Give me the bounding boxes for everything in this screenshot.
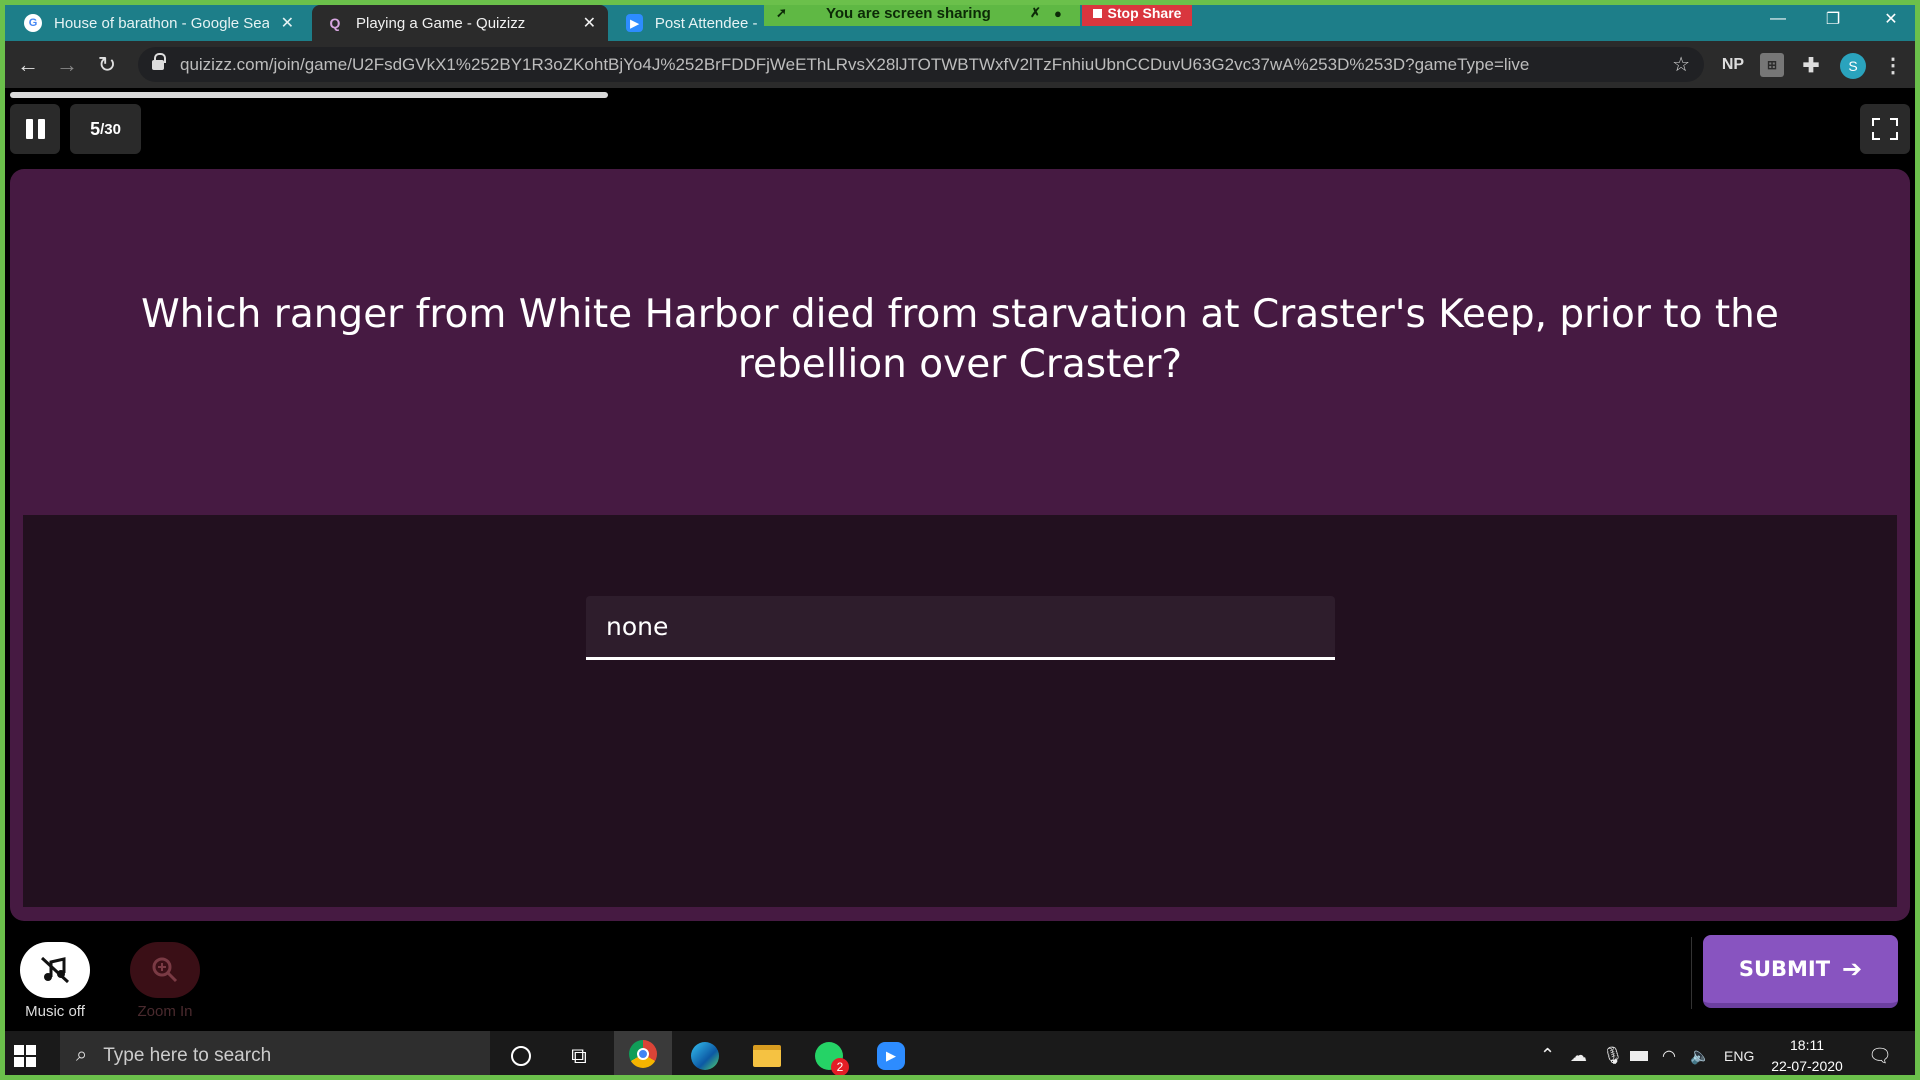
taskbar-search-box[interactable]: ⌕ Type here to search bbox=[60, 1031, 490, 1080]
restore-button[interactable]: ❐ bbox=[1806, 4, 1860, 34]
google-icon: G bbox=[24, 14, 42, 32]
forward-icon[interactable]: → bbox=[53, 51, 81, 79]
screen-share-banner: ➚ You are screen sharing ✗ ● bbox=[764, 0, 1080, 26]
address-bar[interactable]: quizizz.com/join/game/U2FsdGVkX1%252BY1R… bbox=[138, 47, 1704, 82]
quizizz-icon: Q bbox=[329, 15, 341, 31]
close-icon[interactable]: ✕ bbox=[583, 13, 596, 33]
close-window-button[interactable]: ✕ bbox=[1864, 4, 1918, 34]
action-center-icon[interactable]: 🗨 bbox=[1868, 1031, 1892, 1080]
url-text[interactable]: quizizz.com/join/game/U2FsdGVkX1%252BY1R… bbox=[180, 55, 1650, 75]
profile-avatar[interactable]: S bbox=[1840, 53, 1866, 79]
battery-icon[interactable] bbox=[1630, 1031, 1648, 1080]
fullscreen-icon bbox=[1872, 118, 1898, 140]
wifi-icon[interactable]: ◠ bbox=[1662, 1031, 1676, 1080]
puzzle-extensions-icon[interactable]: ✚ bbox=[1798, 53, 1824, 77]
cortana-icon[interactable] bbox=[492, 1031, 550, 1080]
question-text: Which ranger from White Harbor died from… bbox=[141, 292, 1779, 387]
language-indicator[interactable]: ENG bbox=[1724, 1031, 1754, 1080]
show-hidden-icons-icon[interactable]: ⌃ bbox=[1540, 1031, 1555, 1080]
file-explorer-icon[interactable] bbox=[738, 1031, 796, 1080]
edge-taskbar-icon[interactable] bbox=[676, 1031, 734, 1080]
fullscreen-button[interactable] bbox=[1860, 104, 1910, 154]
np-extension-icon[interactable]: NP bbox=[1720, 53, 1746, 77]
footer-divider bbox=[1691, 937, 1692, 1009]
system-clock[interactable]: 18:11 22-07-2020 bbox=[1764, 1035, 1850, 1077]
shield-icon: ● bbox=[1054, 5, 1062, 21]
music-off-label: Music off bbox=[25, 1003, 85, 1020]
music-off-icon bbox=[40, 956, 70, 984]
zoom-in-button[interactable] bbox=[130, 942, 200, 998]
windows-taskbar: ⌕ Type here to search ⧉ 2 ▶ ⌃ ☁ 🎙 ◠ 🔈 EN… bbox=[0, 1031, 1920, 1080]
pause-icon bbox=[25, 119, 45, 139]
onedrive-icon[interactable]: ☁ bbox=[1570, 1031, 1587, 1080]
zoom-icon: ▶ bbox=[626, 14, 643, 32]
answer-area bbox=[23, 515, 1897, 907]
extension-icon[interactable]: ⊞ bbox=[1760, 53, 1784, 77]
music-toggle-button[interactable] bbox=[20, 942, 90, 998]
microphone-icon[interactable]: 🎙 bbox=[1602, 1031, 1624, 1080]
volume-icon[interactable]: 🔈 bbox=[1690, 1031, 1710, 1080]
lock-icon[interactable] bbox=[152, 52, 166, 71]
close-icon[interactable]: ✕ bbox=[281, 13, 294, 33]
submit-button[interactable]: SUBMIT ➔ bbox=[1703, 935, 1898, 1008]
quiz-progress-bar bbox=[10, 92, 608, 98]
back-icon[interactable]: ← bbox=[14, 51, 42, 79]
stop-share-button[interactable]: Stop Share bbox=[1082, 0, 1192, 26]
question-counter: 5/30 bbox=[70, 104, 141, 154]
task-view-icon[interactable]: ⧉ bbox=[550, 1031, 608, 1080]
zoom-in-label: Zoom In bbox=[137, 1003, 193, 1020]
tab-zoom[interactable]: ▶ Post Attendee - Z bbox=[612, 5, 772, 41]
mic-off-icon[interactable]: ✗ bbox=[1030, 5, 1041, 21]
browser-tab-strip: G House of barathon - Google Sea ✕ Q Pla… bbox=[0, 0, 1920, 41]
zoom-in-icon bbox=[152, 957, 178, 983]
bookmark-star-icon[interactable]: ☆ bbox=[1672, 52, 1690, 77]
answer-input[interactable] bbox=[586, 596, 1335, 660]
arrow-right-icon: ➔ bbox=[1842, 955, 1863, 983]
tab-google-search[interactable]: G House of barathon - Google Sea ✕ bbox=[10, 5, 306, 41]
menu-kebab-icon[interactable]: ⋮ bbox=[1880, 53, 1906, 77]
minimize-button[interactable]: — bbox=[1751, 4, 1805, 34]
windows-start-icon[interactable] bbox=[14, 1045, 36, 1067]
chrome-taskbar-icon[interactable] bbox=[614, 1031, 672, 1080]
search-icon: ⌕ bbox=[76, 1044, 88, 1066]
notification-badge: 2 bbox=[831, 1057, 849, 1076]
zoom-taskbar-icon[interactable]: ▶ bbox=[862, 1031, 920, 1080]
reload-icon[interactable]: ↻ bbox=[93, 51, 121, 79]
browser-toolbar: ← → ↻ quizizz.com/join/game/U2FsdGVkX1%2… bbox=[0, 41, 1920, 88]
whatsapp-taskbar-icon[interactable]: 2 bbox=[800, 1031, 858, 1080]
pin-icon[interactable]: ➚ bbox=[776, 5, 787, 21]
stop-icon bbox=[1092, 8, 1102, 18]
pause-button[interactable] bbox=[10, 104, 60, 154]
tab-quizizz[interactable]: Q Playing a Game - Quizizz ✕ bbox=[312, 5, 608, 41]
